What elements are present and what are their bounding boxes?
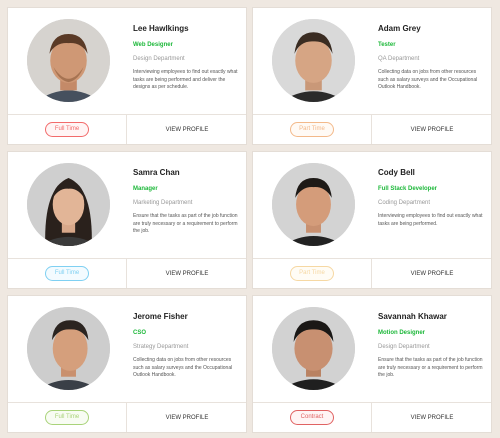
profile-role: CSO xyxy=(133,330,147,336)
profile-name: Adam Grey xyxy=(378,24,421,33)
profile-role: Motion Designer xyxy=(378,330,426,336)
card-footer: Part Time VIEW PROFILE xyxy=(253,258,491,288)
status-badge[interactable]: Full Time xyxy=(45,266,89,281)
profile-info: Cody Bell Full Stack Developer Coding De… xyxy=(378,168,488,228)
profile-description: Interviewing employees to find out exact… xyxy=(378,213,483,227)
profile-card: Lee Hawlkings Web Designer Design Depart… xyxy=(7,7,247,145)
view-profile-button[interactable]: VIEW PROFILE xyxy=(373,259,491,288)
profile-role: Full Stack Developer xyxy=(378,186,438,192)
profile-description: Ensure that the tasks as part of the job… xyxy=(378,357,483,378)
profile-card: Samra Chan Manager Marketing Department … xyxy=(7,151,247,289)
profile-department: Design Department xyxy=(133,56,185,62)
profile-description: Collecting data on jobs from other resou… xyxy=(378,69,478,90)
view-profile-button[interactable]: VIEW PROFILE xyxy=(128,115,246,144)
status-badge[interactable]: Full Time xyxy=(45,410,89,425)
view-profile-button[interactable]: VIEW PROFILE xyxy=(373,403,491,432)
status-cell: Part Time xyxy=(253,115,372,144)
profile-role: Tester xyxy=(378,42,396,48)
status-badge[interactable]: Contract xyxy=(290,410,334,425)
status-badge[interactable]: Full Time xyxy=(45,122,89,137)
portrait-image xyxy=(27,307,110,390)
profile-card: Savannah Khawar Motion Designer Design D… xyxy=(252,295,492,433)
profile-description: Collecting data on jobs from other resou… xyxy=(133,357,233,378)
card-footer: Contract VIEW PROFILE xyxy=(253,402,491,432)
status-cell: Part Time xyxy=(253,259,372,288)
profile-role: Manager xyxy=(133,186,158,192)
avatar xyxy=(27,19,110,102)
profile-name: Cody Bell xyxy=(378,168,415,177)
portrait-image xyxy=(272,19,355,102)
status-cell: Full Time xyxy=(8,403,127,432)
avatar xyxy=(27,307,110,390)
profile-department: Design Department xyxy=(378,344,430,350)
profile-description: Interviewing employees to find out exact… xyxy=(133,69,238,90)
profile-department: Marketing Department xyxy=(133,200,193,206)
card-footer: Full Time VIEW PROFILE xyxy=(8,402,246,432)
avatar xyxy=(27,163,110,246)
profile-card: Cody Bell Full Stack Developer Coding De… xyxy=(252,151,492,289)
card-body: Lee Hawlkings Web Designer Design Depart… xyxy=(8,8,246,115)
avatar xyxy=(272,163,355,246)
portrait-image xyxy=(272,163,355,246)
card-footer: Part Time VIEW PROFILE xyxy=(253,114,491,144)
card-body: Savannah Khawar Motion Designer Design D… xyxy=(253,296,491,403)
status-cell: Full Time xyxy=(8,259,127,288)
profile-department: Coding Department xyxy=(378,200,431,206)
avatar xyxy=(272,307,355,390)
profile-name: Samra Chan xyxy=(133,168,180,177)
profile-name: Savannah Khawar xyxy=(378,312,447,321)
profile-info: Jerome Fisher CSO Strategy Department Co… xyxy=(133,312,243,380)
portrait-image xyxy=(27,19,110,102)
card-body: Adam Grey Tester QA Department Collectin… xyxy=(253,8,491,115)
view-profile-button[interactable]: VIEW PROFILE xyxy=(373,115,491,144)
card-body: Samra Chan Manager Marketing Department … xyxy=(8,152,246,259)
profile-role: Web Designer xyxy=(133,42,173,48)
card-footer: Full Time VIEW PROFILE xyxy=(8,114,246,144)
status-cell: Contract xyxy=(253,403,372,432)
profile-info: Lee Hawlkings Web Designer Design Depart… xyxy=(133,24,243,92)
status-badge[interactable]: Part Time xyxy=(290,266,334,281)
profile-card: Jerome Fisher CSO Strategy Department Co… xyxy=(7,295,247,433)
profile-info: Adam Grey Tester QA Department Collectin… xyxy=(378,24,488,92)
card-body: Cody Bell Full Stack Developer Coding De… xyxy=(253,152,491,259)
view-profile-button[interactable]: VIEW PROFILE xyxy=(128,259,246,288)
status-badge[interactable]: Part Time xyxy=(290,122,334,137)
profile-department: Strategy Department xyxy=(133,344,189,350)
profile-name: Lee Hawlkings xyxy=(133,24,189,33)
profile-description: Ensure that the tasks as part of the job… xyxy=(133,213,238,234)
portrait-image xyxy=(27,163,110,246)
profile-card: Adam Grey Tester QA Department Collectin… xyxy=(252,7,492,145)
portrait-image xyxy=(272,307,355,390)
card-body: Jerome Fisher CSO Strategy Department Co… xyxy=(8,296,246,403)
avatar xyxy=(272,19,355,102)
status-cell: Full Time xyxy=(8,115,127,144)
profile-name: Jerome Fisher xyxy=(133,312,188,321)
card-footer: Full Time VIEW PROFILE xyxy=(8,258,246,288)
profile-department: QA Department xyxy=(378,56,420,62)
profile-info: Savannah Khawar Motion Designer Design D… xyxy=(378,312,488,380)
profile-info: Samra Chan Manager Marketing Department … xyxy=(133,168,243,236)
view-profile-button[interactable]: VIEW PROFILE xyxy=(128,403,246,432)
